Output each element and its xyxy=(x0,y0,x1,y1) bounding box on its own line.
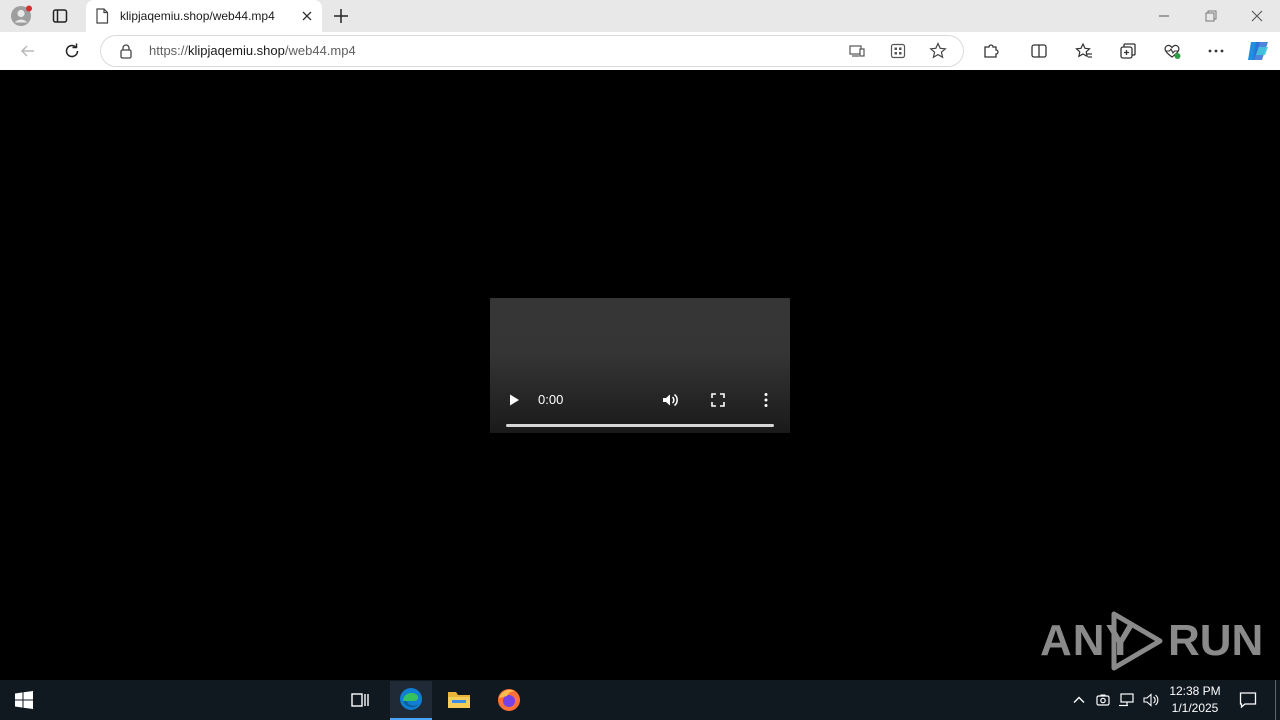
url-text[interactable]: https://klipjaqemiu.shop/web44.mp4 xyxy=(149,43,356,58)
notification-icon xyxy=(1239,692,1257,709)
task-view-icon xyxy=(351,693,369,707)
profile-avatar[interactable] xyxy=(10,5,32,27)
show-hidden-icons-button[interactable] xyxy=(1071,692,1087,708)
windows-logo-icon xyxy=(15,691,33,709)
tab-actions-button[interactable] xyxy=(51,7,69,25)
extensions-grid-button[interactable] xyxy=(889,42,907,60)
file-icon xyxy=(96,8,109,24)
settings-more-button[interactable] xyxy=(1206,41,1226,61)
tab-actions-icon xyxy=(52,9,68,23)
heart-pulse-icon xyxy=(1164,44,1181,59)
firefox-icon xyxy=(498,689,520,711)
split-screen-button[interactable] xyxy=(1029,41,1049,61)
refresh-button[interactable] xyxy=(62,41,82,61)
clock-time: 12:38 PM xyxy=(1169,684,1221,698)
folder-icon xyxy=(448,692,470,708)
watermark-play-logo xyxy=(1108,610,1166,672)
speaker-icon xyxy=(1143,693,1159,707)
url-path: /web44.mp4 xyxy=(284,43,356,58)
url-host: klipjaqemiu.shop xyxy=(188,43,285,58)
favorite-star-button[interactable] xyxy=(928,41,948,61)
chevron-up-icon xyxy=(1073,696,1085,703)
network-icon xyxy=(1119,693,1134,707)
plus-icon xyxy=(334,9,348,23)
extensions-button[interactable] xyxy=(981,41,1001,61)
anyrun-logo-icon xyxy=(1111,611,1163,671)
taskbar xyxy=(0,680,1280,720)
tray-network-button[interactable] xyxy=(1118,692,1136,708)
edge-icon xyxy=(400,688,422,710)
fullscreen-icon xyxy=(711,393,725,407)
close-icon xyxy=(302,11,312,21)
profile-icon xyxy=(11,5,32,26)
minimize-icon xyxy=(1159,15,1169,17)
taskbar-edge[interactable] xyxy=(390,681,432,720)
clock-date: 1/1/2025 xyxy=(1171,701,1219,715)
back-button[interactable] xyxy=(18,41,38,61)
video-progress-bar[interactable] xyxy=(506,424,774,427)
vertical-dots-icon xyxy=(764,393,768,407)
taskbar-file-explorer[interactable] xyxy=(446,688,472,712)
split-screen-icon xyxy=(1031,44,1047,58)
taskbar-firefox[interactable] xyxy=(496,687,522,713)
task-view-button[interactable] xyxy=(350,690,370,710)
tab-title: klipjaqemiu.shop/web44.mp4 xyxy=(120,9,275,23)
restore-button[interactable] xyxy=(1203,8,1219,24)
play-button[interactable] xyxy=(506,392,522,408)
back-arrow-icon xyxy=(20,45,34,57)
copilot-icon xyxy=(1248,42,1268,60)
mute-button[interactable] xyxy=(661,391,679,409)
puzzle-icon xyxy=(984,44,999,58)
show-desktop-button[interactable] xyxy=(1275,680,1276,720)
taskbar-clock[interactable]: 12:38 PM 1/1/2025 xyxy=(1164,683,1226,719)
tray-capture-button[interactable] xyxy=(1095,692,1111,708)
tray-volume-button[interactable] xyxy=(1142,692,1160,708)
favorites-button[interactable] xyxy=(1074,41,1094,61)
app-available-button[interactable] xyxy=(848,42,866,60)
start-button[interactable] xyxy=(14,690,34,710)
volume-icon xyxy=(663,393,678,407)
watermark-run: RUN xyxy=(1168,616,1264,665)
camera-icon xyxy=(1096,694,1110,706)
more-dots-icon xyxy=(1208,49,1224,53)
notifications-button[interactable] xyxy=(1238,690,1258,710)
apps-grid-icon xyxy=(890,43,906,59)
restore-icon xyxy=(1205,10,1217,22)
collections-button[interactable] xyxy=(1118,41,1138,61)
copilot-button[interactable] xyxy=(1245,39,1271,63)
url-prefix: https:// xyxy=(149,43,189,58)
tab-favicon xyxy=(95,8,109,24)
app-install-icon xyxy=(849,45,865,57)
site-info-button[interactable] xyxy=(118,43,134,59)
close-window-icon xyxy=(1251,10,1263,22)
minimize-button[interactable] xyxy=(1156,8,1172,24)
new-tab-button[interactable] xyxy=(332,7,350,25)
star-icon xyxy=(929,42,947,59)
close-window-button[interactable] xyxy=(1249,8,1265,24)
video-player[interactable] xyxy=(490,298,790,433)
favorites-icon xyxy=(1075,42,1092,58)
refresh-icon xyxy=(65,43,79,58)
browser-essentials-button[interactable] xyxy=(1162,41,1182,61)
lock-icon xyxy=(120,44,132,59)
video-options-button[interactable] xyxy=(758,391,774,409)
fullscreen-button[interactable] xyxy=(710,392,726,408)
collections-icon xyxy=(1120,43,1136,59)
video-time: 0:00 xyxy=(538,392,564,407)
tab-close-button[interactable] xyxy=(300,9,314,23)
play-icon xyxy=(510,394,519,406)
